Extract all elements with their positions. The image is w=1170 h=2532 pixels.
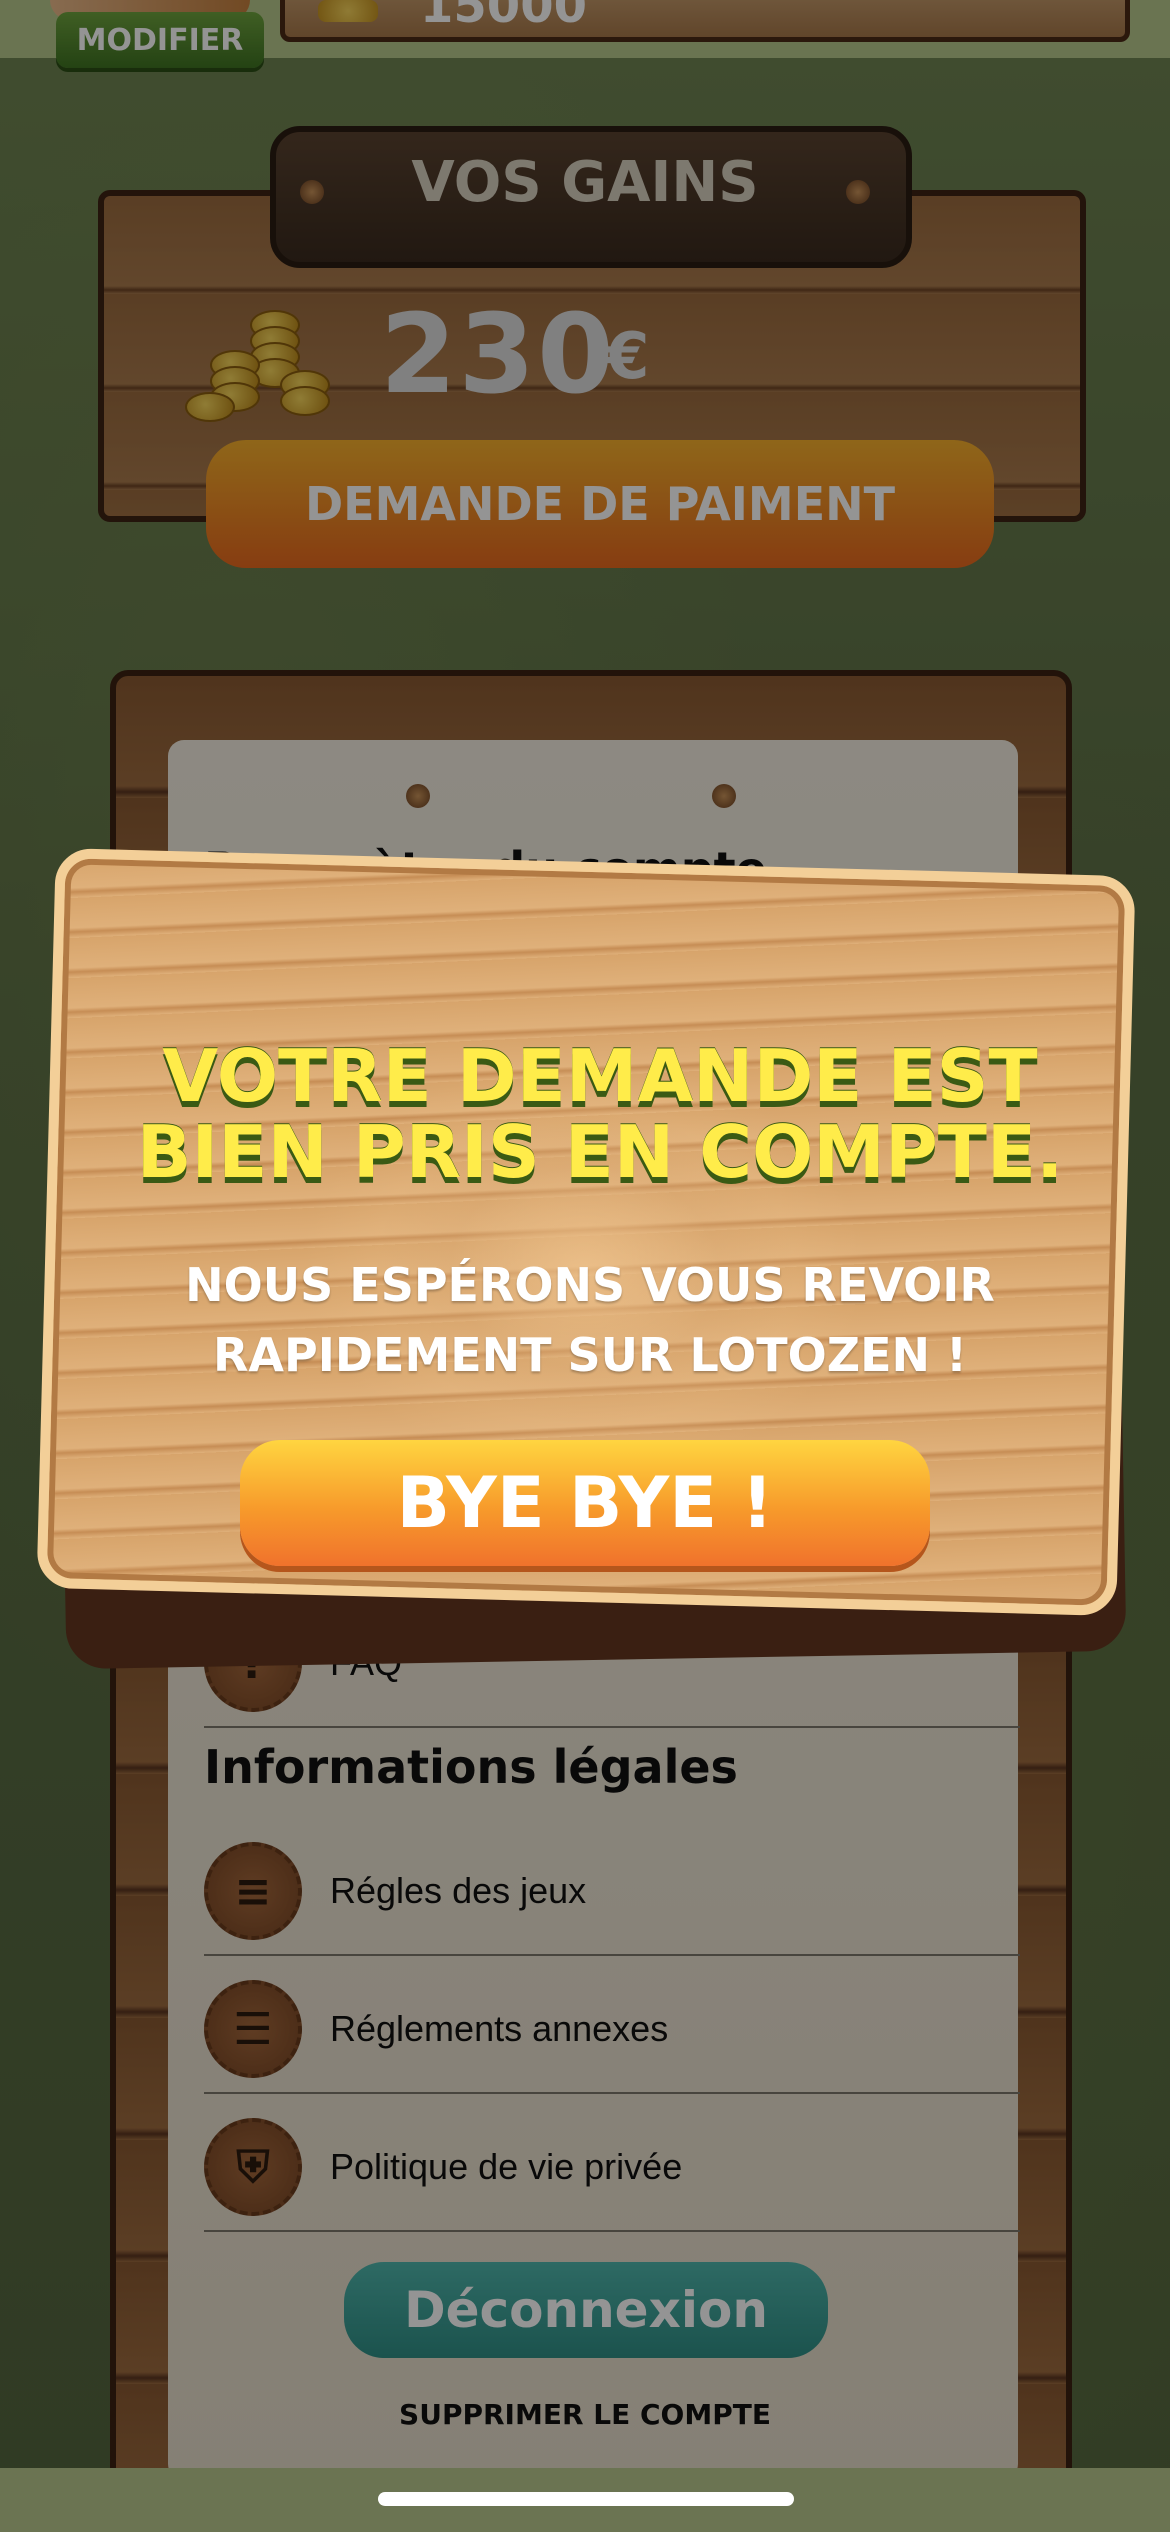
modal-message-line: RAPIDEMENT SUR LOTOZEN !	[213, 1328, 967, 1382]
bye-bye-button[interactable]: BYE BYE !	[240, 1440, 930, 1566]
modal-title-line: VOTRE DEMANDE EST	[162, 1034, 1038, 1118]
home-indicator[interactable]	[378, 2492, 794, 2506]
modal-title-line: BIEN PRIS EN COMPTE.	[136, 1110, 1064, 1194]
modal-message: NOUS ESPÉRONS VOUS REVOIR RAPIDEMENT SUR…	[130, 1250, 1050, 1390]
modal-message-line: NOUS ESPÉRONS VOUS REVOIR	[185, 1258, 995, 1312]
modal-title: VOTRE DEMANDE EST BIEN PRIS EN COMPTE.	[100, 1038, 1100, 1190]
